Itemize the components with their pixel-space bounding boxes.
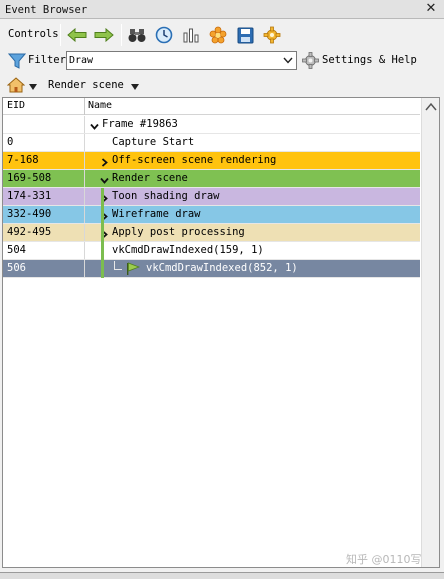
tree-row-eid: 0 [3, 134, 85, 151]
filter-input[interactable]: Draw [66, 51, 297, 70]
tree-row-label: vkCmdDrawIndexed(159, 1) [112, 244, 264, 256]
tree-row-eid: 7-168 [3, 152, 85, 169]
scroll-up-arrow-icon[interactable] [424, 101, 438, 113]
current-event-flag-icon [126, 262, 141, 275]
tree-row-name-cell: vkCmdDrawIndexed(852, 1) [86, 260, 420, 277]
settings-help-button[interactable]: Settings & Help [322, 54, 417, 66]
tree-row-label: vkCmdDrawIndexed(852, 1) [146, 262, 298, 274]
chevron-down-icon[interactable] [29, 81, 37, 90]
tree-row-name-cell: Render scene [86, 170, 420, 187]
tree-row[interactable]: 0 Capture Start [3, 134, 420, 152]
tree-row-name-cell: Off-screen scene rendering [86, 152, 420, 169]
tree-branch-connector [114, 261, 122, 270]
filter-label: Filter [28, 54, 66, 66]
tree-row[interactable]: Frame #19863 [3, 116, 420, 134]
back-arrow-icon[interactable] [66, 24, 88, 46]
tree-row-name-cell: Frame #19863 [86, 116, 420, 133]
vertical-scrollbar[interactable] [421, 98, 439, 567]
tree-row-name-cell: Capture Start [86, 134, 420, 151]
tree-row[interactable]: 7-168 Off-screen scene rendering [3, 152, 420, 170]
tree-row-label: Render scene [112, 172, 188, 184]
bookmark-flower-icon[interactable] [207, 24, 229, 46]
tree-row-name-cell: vkCmdDrawIndexed(159, 1) [86, 242, 420, 259]
tree-row[interactable]: 506 vkCmdDrawIndexed(852, 1) [3, 260, 420, 278]
tree-row[interactable]: 169-508 Render scene [3, 170, 420, 188]
tree-row-name-cell: Wireframe draw [86, 206, 420, 223]
chevron-down-icon[interactable] [280, 52, 296, 69]
chevron-down-icon[interactable] [131, 81, 139, 90]
tree-row-label: Capture Start [112, 136, 195, 148]
tree-row-label: Apply post processing [112, 226, 245, 238]
watermark-text: 知乎 @0110写 [346, 553, 422, 566]
tree-row[interactable]: 332-490 Wireframe draw [3, 206, 420, 224]
settings-help-gear-icon[interactable] [302, 52, 319, 69]
toolbar-separator [121, 24, 122, 46]
column-header-eid[interactable]: EID [3, 98, 85, 115]
tree-row[interactable]: 492-495 Apply post processing [3, 224, 420, 242]
tree-row-label: Off-screen scene rendering [112, 154, 277, 166]
status-bar [0, 572, 444, 579]
filter-row: Filter Draw Settings & Help [0, 50, 444, 72]
home-icon[interactable] [6, 76, 26, 94]
tree-row-label: Toon shading draw [112, 190, 220, 202]
breadcrumb: Render scene [0, 73, 444, 97]
tree-row-label: Wireframe draw [112, 208, 201, 220]
tree-row-name-cell: Toon shading draw [86, 188, 420, 205]
toolbar-separator [60, 24, 61, 46]
breadcrumb-item-render-scene[interactable]: Render scene [48, 79, 124, 91]
event-tree[interactable]: EID Name Frame #19863 0 Capture Start 7-168… [2, 97, 440, 568]
chevron-down-icon[interactable] [100, 174, 109, 184]
tree-row-eid: 506 [3, 260, 85, 277]
tree-rows: Frame #19863 0 Capture Start 7-168 Off-scree… [3, 116, 420, 278]
window-title: Event Browser [5, 4, 88, 16]
save-disk-icon[interactable] [234, 24, 256, 46]
tree-row-label: Frame #19863 [102, 118, 178, 130]
render-scene-hierarchy-line [101, 188, 104, 278]
timeline-clock-icon[interactable] [153, 24, 175, 46]
tree-row-eid: 332-490 [3, 206, 85, 223]
tree-row-name-cell: Apply post processing [86, 224, 420, 241]
chevron-right-icon[interactable] [100, 156, 109, 167]
tree-row[interactable]: 504 vkCmdDrawIndexed(159, 1) [3, 242, 420, 260]
tree-row-eid: 174-331 [3, 188, 85, 205]
find-binoculars-icon[interactable] [126, 24, 148, 46]
controls-toolbar: Controls [0, 20, 444, 50]
forward-arrow-icon[interactable] [93, 24, 115, 46]
settings-gear-icon[interactable] [261, 24, 283, 46]
controls-label: Controls [8, 28, 59, 40]
column-header-name[interactable]: Name [86, 98, 112, 115]
statistics-bars-icon[interactable] [180, 24, 202, 46]
tree-row-eid: 492-495 [3, 224, 85, 241]
tree-row-eid: 504 [3, 242, 85, 259]
tree-row-eid [3, 116, 85, 133]
close-icon[interactable]: ✕ [424, 2, 438, 16]
tree-header: EID Name [3, 98, 420, 115]
filter-funnel-icon [7, 52, 27, 70]
tree-row[interactable]: 174-331 Toon shading draw [3, 188, 420, 206]
chevron-down-icon[interactable] [90, 120, 99, 130]
tree-row-eid: 169-508 [3, 170, 85, 187]
window-title-bar: Event Browser ✕ [0, 0, 444, 19]
